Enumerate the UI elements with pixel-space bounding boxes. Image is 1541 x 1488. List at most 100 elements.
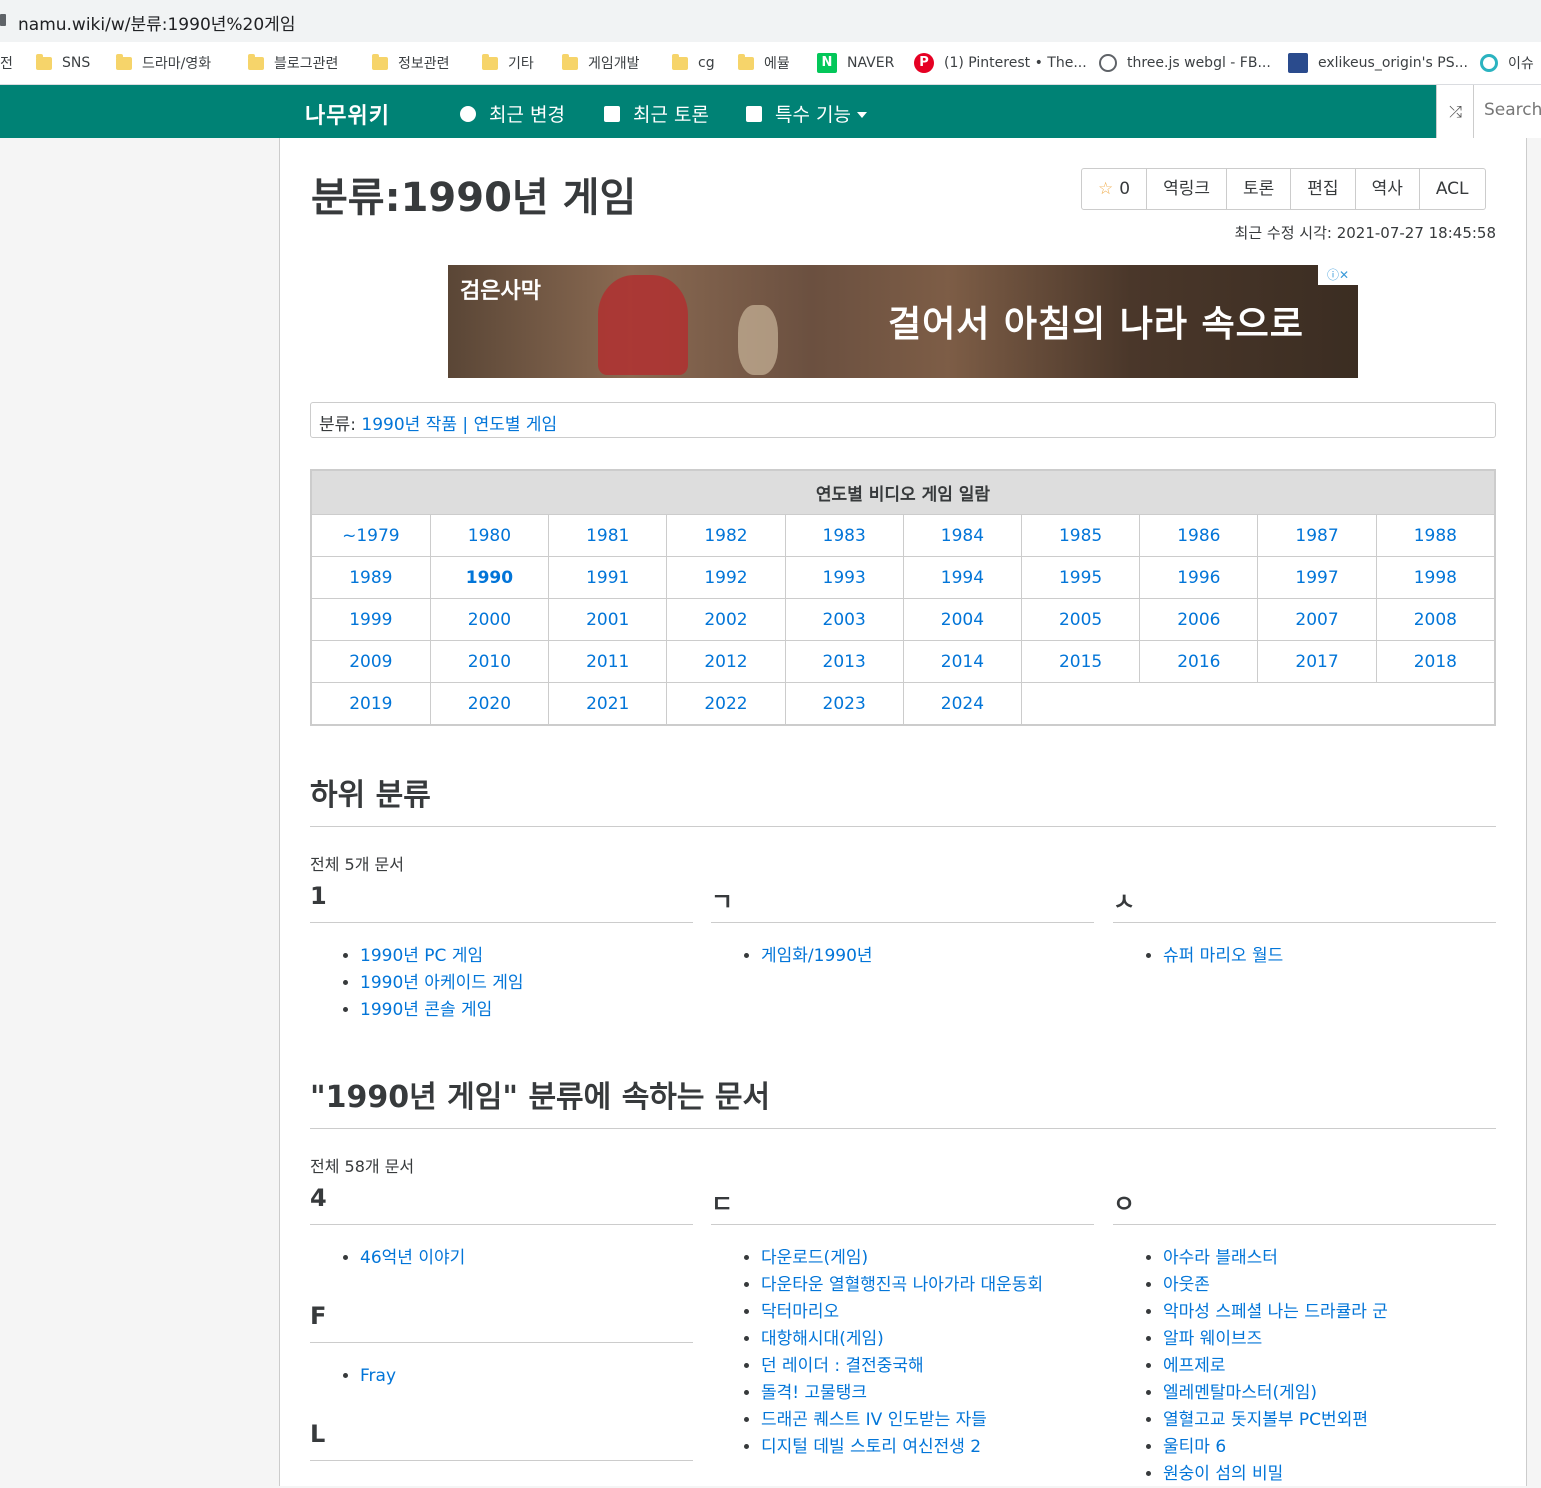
acl-button[interactable]: ACL [1418, 169, 1485, 209]
ad-banner[interactable]: 검은사막 걸어서 아침의 나라 속으로 ⓘ✕ [448, 265, 1358, 378]
document-link[interactable]: 46억년 이야기 [360, 1248, 465, 1268]
document-link[interactable]: 에프제로 [1163, 1356, 1226, 1376]
year-link[interactable]: 2000 [468, 610, 511, 630]
year-link[interactable]: 2013 [823, 652, 866, 672]
year-link[interactable]: 2021 [586, 694, 629, 714]
year-link[interactable]: 1990 [466, 568, 513, 588]
document-link[interactable]: 던 레이더 : 결전중국해 [761, 1356, 924, 1376]
bookmark-item[interactable]: 정보관련 [372, 42, 450, 84]
document-link[interactable]: 1990년 PC 게임 [360, 946, 483, 966]
document-link[interactable]: 대항해시대(게임) [761, 1329, 884, 1349]
bookmark-item[interactable]: three.js webgl - FB... [1099, 42, 1271, 84]
bookmark-item[interactable]: 에뮬 [738, 42, 790, 84]
edit-button[interactable]: 편집 [1290, 169, 1354, 209]
document-link[interactable]: 1990년 아케이드 게임 [360, 973, 524, 993]
browser-url-bar[interactable]: namu.wiki/w/분류:1990년%20게임 [0, 0, 1541, 42]
document-link[interactable]: 원숭이 섬의 비밀 [1163, 1464, 1283, 1484]
document-link[interactable]: 디지털 데빌 스토리 여신전생 2 [761, 1437, 981, 1457]
url-text[interactable]: namu.wiki/w/분류:1990년%20게임 [18, 10, 295, 35]
year-link[interactable]: 2010 [468, 652, 511, 672]
year-link[interactable]: 2014 [941, 652, 984, 672]
year-link[interactable]: 1995 [1059, 568, 1102, 588]
document-link[interactable]: 닥터마리오 [761, 1302, 839, 1322]
star-button[interactable]: ☆ 0 [1082, 169, 1146, 209]
year-link[interactable]: 1999 [349, 610, 392, 630]
site-logo[interactable]: 나무위키 [305, 98, 390, 130]
document-link[interactable]: 다운타운 열혈행진곡 나아가라 대운동회 [761, 1275, 1043, 1295]
year-link[interactable]: 2008 [1414, 610, 1457, 630]
bookmark-item[interactable]: SNS [36, 42, 90, 84]
year-link[interactable]: 1997 [1295, 568, 1338, 588]
nav-recent-discuss[interactable]: 최근 토론 [604, 100, 709, 127]
category-link[interactable]: 1990년 작품 [361, 415, 457, 435]
year-link[interactable]: 1996 [1177, 568, 1220, 588]
year-link[interactable]: 2018 [1414, 652, 1457, 672]
document-link[interactable]: 열혈고교 돗지볼부 PC번외편 [1163, 1410, 1368, 1430]
bookmark-item[interactable]: 기타 [482, 42, 534, 84]
year-link[interactable]: 1992 [704, 568, 747, 588]
bookmark-item[interactable]: cg [672, 42, 715, 84]
year-link[interactable]: 2019 [349, 694, 392, 714]
year-link[interactable]: 2005 [1059, 610, 1102, 630]
document-link[interactable]: 슈퍼 마리오 월드 [1163, 946, 1283, 966]
search-input[interactable]: Search [1473, 85, 1541, 138]
year-link[interactable]: 1998 [1414, 568, 1457, 588]
bookmark-item[interactable]: 블로그관련 [248, 42, 338, 84]
document-link[interactable]: 아웃존 [1163, 1275, 1210, 1295]
year-link[interactable]: 2012 [704, 652, 747, 672]
document-link[interactable]: 알파 웨이브즈 [1163, 1329, 1262, 1349]
document-link[interactable]: 울티마 6 [1163, 1437, 1226, 1457]
document-link[interactable]: 돌격! 고물탱크 [761, 1383, 867, 1403]
year-link[interactable]: 1985 [1059, 526, 1102, 546]
year-link[interactable]: 1983 [823, 526, 866, 546]
nav-recent-changes[interactable]: 최근 변경 [460, 100, 565, 127]
year-link[interactable]: 2024 [941, 694, 984, 714]
year-link[interactable]: 1986 [1177, 526, 1220, 546]
year-link[interactable]: 2004 [941, 610, 984, 630]
year-link[interactable]: 1981 [586, 526, 629, 546]
history-button[interactable]: 역사 [1354, 169, 1419, 209]
bookmark-item[interactable]: P (1) Pinterest • The... [914, 42, 1087, 84]
year-link[interactable]: 1991 [586, 568, 629, 588]
backlink-button[interactable]: 역링크 [1146, 169, 1226, 209]
year-link[interactable]: 2011 [586, 652, 629, 672]
document-link[interactable]: 드래곤 퀘스트 IV 인도받는 자들 [761, 1410, 987, 1430]
year-link[interactable]: 2020 [468, 694, 511, 714]
year-link[interactable]: 1980 [468, 526, 511, 546]
year-link[interactable]: 2001 [586, 610, 629, 630]
year-link[interactable]: 2016 [1177, 652, 1220, 672]
year-link[interactable]: 2009 [349, 652, 392, 672]
year-link[interactable]: 1989 [349, 568, 392, 588]
discuss-button[interactable]: 토론 [1226, 169, 1290, 209]
year-link[interactable]: 2002 [704, 610, 747, 630]
random-page-button[interactable]: ⤮ [1436, 85, 1474, 138]
bookmark-item[interactable]: exlikeus_origin's PS... [1288, 42, 1468, 84]
document-link[interactable]: Fray [360, 1366, 396, 1386]
year-link[interactable]: 2017 [1295, 652, 1338, 672]
document-link[interactable]: 아수라 블래스터 [1163, 1248, 1278, 1268]
year-link[interactable]: 2006 [1177, 610, 1220, 630]
year-link[interactable]: 2023 [823, 694, 866, 714]
document-link[interactable]: 다운로드(게임) [761, 1248, 868, 1268]
document-link[interactable]: 엘레멘탈마스터(게임) [1163, 1383, 1317, 1403]
year-link[interactable]: 1987 [1295, 526, 1338, 546]
year-link[interactable]: 1994 [941, 568, 984, 588]
year-link[interactable]: 1993 [823, 568, 866, 588]
bookmark-item[interactable]: 게임개발 [562, 42, 640, 84]
document-link[interactable]: 악마성 스페셜 나는 드라큘라 군 [1163, 1302, 1388, 1322]
year-link[interactable]: 2007 [1295, 610, 1338, 630]
year-link[interactable]: ~1979 [342, 526, 400, 546]
bookmark-item[interactable]: 이슈 [1480, 42, 1534, 84]
ad-close-icon[interactable]: ⓘ✕ [1318, 265, 1358, 285]
year-link[interactable]: 2022 [704, 694, 747, 714]
nav-special-dropdown[interactable]: 특수 기능 [746, 100, 867, 127]
category-link[interactable]: 연도별 게임 [474, 415, 558, 435]
bookmark-item[interactable]: 전 [0, 42, 13, 84]
year-link[interactable]: 1982 [704, 526, 747, 546]
year-link[interactable]: 1988 [1414, 526, 1457, 546]
document-link[interactable]: 1990년 콘솔 게임 [360, 1000, 492, 1020]
document-link[interactable]: 게임화/1990년 [761, 946, 873, 966]
year-link[interactable]: 2015 [1059, 652, 1102, 672]
bookmark-item[interactable]: N NAVER [817, 42, 894, 84]
bookmark-item[interactable]: 드라마/영화 [116, 42, 211, 84]
